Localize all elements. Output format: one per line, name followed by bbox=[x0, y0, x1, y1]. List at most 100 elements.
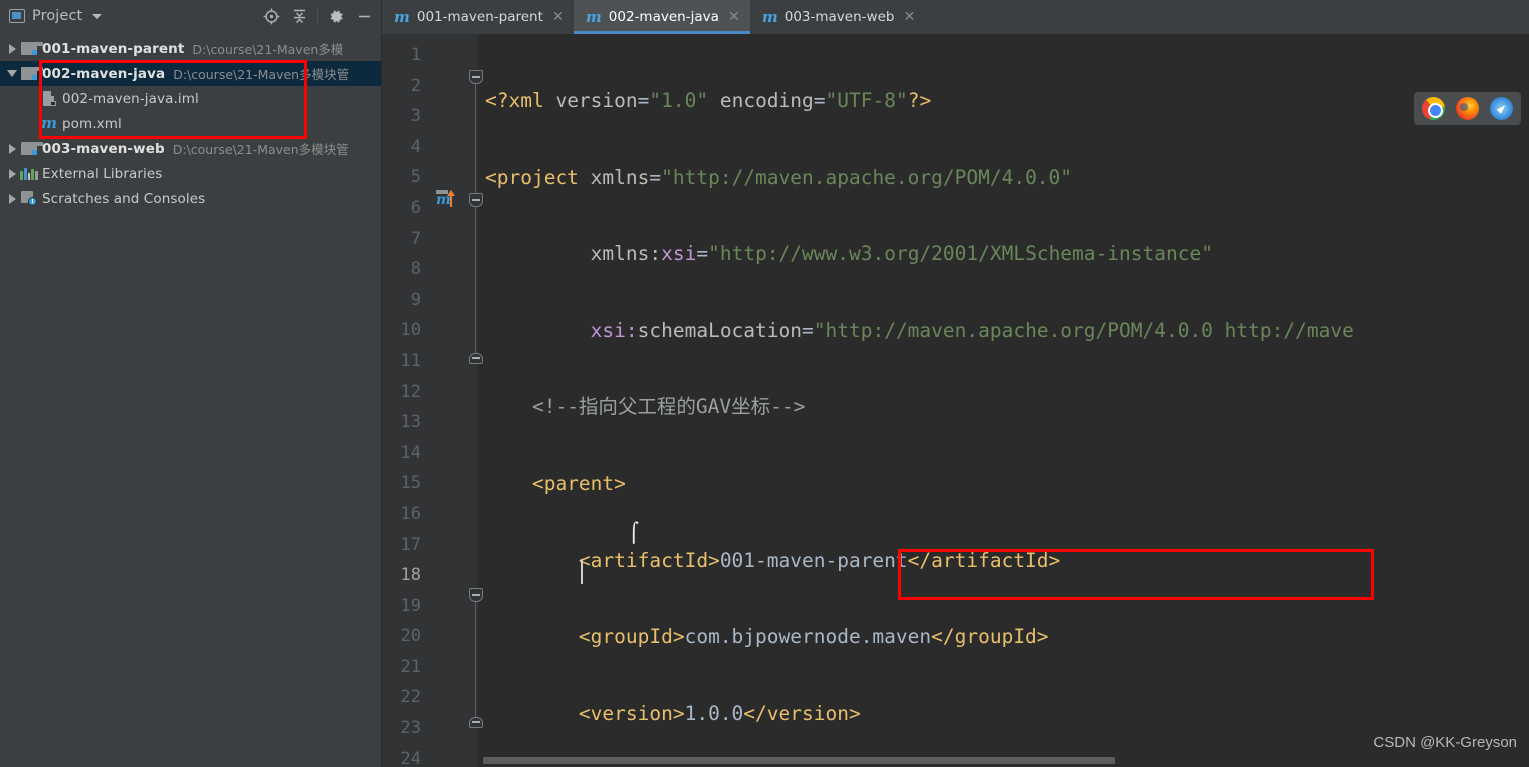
line-number: 23 bbox=[400, 718, 421, 739]
tab-label: 001-maven-parent bbox=[416, 9, 543, 25]
line-number: 8 bbox=[410, 259, 421, 280]
module-folder-icon bbox=[20, 142, 43, 155]
line-number: 5 bbox=[410, 167, 421, 188]
scrollbar-thumb[interactable] bbox=[483, 757, 1115, 764]
toolbar-divider bbox=[317, 7, 318, 25]
code-line-6: <parent> bbox=[531, 471, 626, 495]
close-icon[interactable]: ✕ bbox=[552, 10, 564, 24]
tree-row[interactable]: External Libraries bbox=[0, 161, 381, 186]
tab-001-maven-parent[interactable]: m 001-maven-parent ✕ bbox=[382, 0, 574, 34]
project-tree: 001-maven-parent D:\course\21-Maven多模 00… bbox=[0, 32, 381, 211]
chevron-down-icon[interactable] bbox=[4, 70, 20, 77]
chevron-down-icon[interactable] bbox=[92, 13, 103, 19]
line-number: 24 bbox=[400, 748, 421, 767]
line-number: 2 bbox=[410, 75, 421, 96]
maven-icon: m bbox=[761, 7, 778, 26]
line-number: 11 bbox=[400, 350, 421, 371]
tab-label: 003-maven-web bbox=[784, 9, 895, 25]
code-line-1: <?xml version="1.0" encoding="UTF-8"?> bbox=[485, 89, 932, 112]
chevron-right-icon[interactable] bbox=[4, 193, 20, 204]
tree-item-path: D:\course\21-Maven多模 bbox=[192, 42, 344, 57]
close-icon[interactable]: ✕ bbox=[728, 10, 740, 24]
tab-003-maven-web[interactable]: m 003-maven-web ✕ bbox=[750, 0, 926, 34]
tree-item-label: 001-maven-parent bbox=[42, 40, 185, 57]
line-number: 7 bbox=[410, 228, 421, 249]
fold-region-line bbox=[475, 596, 476, 720]
project-tool-window: Project 001-maven-parent D:\course\21-Ma… bbox=[0, 0, 382, 767]
line-number: 14 bbox=[400, 442, 421, 463]
editor-tab-bar: m 001-maven-parent ✕ m 002-maven-java ✕ … bbox=[382, 0, 1529, 34]
line-number: 13 bbox=[400, 412, 421, 433]
tree-item-label: pom.xml bbox=[62, 115, 122, 132]
text-caret bbox=[581, 559, 583, 584]
line-number: 16 bbox=[400, 503, 421, 524]
libraries-icon bbox=[20, 167, 38, 180]
code-line-8: <groupId>com.bjpowernode.maven</groupId> bbox=[578, 625, 1049, 649]
line-number: 6 bbox=[410, 197, 421, 218]
tree-row[interactable]: Scratches and Consoles bbox=[0, 186, 381, 211]
code-line-4: xsi:schemaLocation="http://maven.apache.… bbox=[590, 318, 1354, 342]
project-panel-toolbar bbox=[258, 0, 377, 32]
gear-icon[interactable] bbox=[323, 3, 349, 29]
mouse-text-cursor: ⌠ bbox=[628, 522, 640, 544]
editor-area: m 001-maven-parent ✕ m 002-maven-java ✕ … bbox=[382, 0, 1529, 767]
locate-icon[interactable] bbox=[258, 3, 284, 29]
line-number: 9 bbox=[410, 289, 421, 310]
chevron-right-icon[interactable] bbox=[4, 143, 20, 154]
line-number: 15 bbox=[400, 473, 421, 494]
firefox-icon[interactable] bbox=[1456, 97, 1479, 120]
browser-preview-popup[interactable] bbox=[1414, 92, 1521, 125]
project-panel-header: Project bbox=[0, 0, 381, 32]
code-line-2: <project xmlns="http://maven.apache.org/… bbox=[485, 165, 1073, 189]
line-number: 20 bbox=[400, 626, 421, 647]
tree-row[interactable]: 003-maven-web D:\course\21-Maven多模块管 bbox=[0, 136, 381, 161]
tree-row[interactable]: 002-maven-java.iml bbox=[0, 86, 381, 111]
ide-window: Project 001-maven-parent D:\course\21-Ma… bbox=[0, 0, 1529, 767]
line-number: 3 bbox=[410, 106, 421, 127]
tab-002-maven-java[interactable]: m 002-maven-java ✕ bbox=[573, 0, 750, 34]
code-line-7: <artifactId>001-maven-parent</artifactId… bbox=[578, 548, 1061, 572]
gutter-markers: m bbox=[428, 34, 483, 767]
maven-icon: m bbox=[585, 7, 602, 26]
module-folder-icon bbox=[20, 42, 43, 55]
module-folder-icon bbox=[20, 67, 43, 80]
tree-item-label: Scratches and Consoles bbox=[42, 190, 206, 207]
code-line-3: xmlns:xsi="http://www.w3.org/2001/XMLSch… bbox=[590, 242, 1213, 266]
project-panel-title[interactable]: Project bbox=[9, 8, 103, 24]
tree-item-label: 002-maven-java bbox=[42, 65, 166, 82]
fold-region-line bbox=[475, 78, 476, 361]
iml-file-icon bbox=[40, 91, 58, 106]
tree-row[interactable]: m pom.xml bbox=[0, 111, 381, 136]
code-content[interactable]: <?xml version="1.0" encoding="UTF-8"?> <… bbox=[478, 34, 1529, 767]
line-number: 21 bbox=[400, 656, 421, 677]
tree-row[interactable]: 001-maven-parent D:\course\21-Maven多模 bbox=[0, 36, 381, 61]
editor-right-strip bbox=[1516, 68, 1529, 754]
code-line-5: <!--指向父工程的GAV坐标--> bbox=[531, 395, 806, 419]
line-number: 4 bbox=[410, 136, 421, 157]
project-panel-label: Project bbox=[32, 8, 83, 24]
editor-body: 1 2 3 4 5 6 7 8 9 10 11 12 13 14 15 16 1 bbox=[382, 34, 1529, 767]
minimize-icon[interactable] bbox=[351, 3, 377, 29]
tree-item-label: 003-maven-web bbox=[42, 140, 165, 157]
line-number: 10 bbox=[400, 320, 421, 341]
tab-label: 002-maven-java bbox=[608, 9, 719, 25]
horizontal-scrollbar[interactable] bbox=[478, 754, 1529, 767]
safari-icon[interactable] bbox=[1490, 97, 1513, 120]
watermark: CSDN @KK-Greyson bbox=[1373, 734, 1517, 751]
line-number-column: 1 2 3 4 5 6 7 8 9 10 11 12 13 14 15 16 1 bbox=[382, 34, 428, 767]
collapse-all-icon[interactable] bbox=[286, 3, 312, 29]
tree-row[interactable]: 002-maven-java D:\course\21-Maven多模块管 bbox=[0, 61, 381, 86]
chevron-right-icon[interactable] bbox=[4, 168, 20, 179]
code-line-9: <version>1.0.0</version> bbox=[578, 701, 861, 725]
chrome-icon[interactable] bbox=[1422, 97, 1445, 120]
maven-icon: m bbox=[394, 7, 410, 26]
maven-pom-icon: m bbox=[41, 114, 57, 132]
chevron-right-icon[interactable] bbox=[4, 43, 20, 54]
line-number: 17 bbox=[400, 534, 421, 555]
tree-item-path: D:\course\21-Maven多模块管 bbox=[172, 142, 349, 157]
line-number: 19 bbox=[400, 595, 421, 616]
line-number-current: 18 bbox=[400, 565, 421, 586]
close-icon[interactable]: ✕ bbox=[903, 10, 916, 24]
maven-parent-navigation-icon[interactable]: m bbox=[436, 189, 462, 211]
editor-gutter[interactable]: 1 2 3 4 5 6 7 8 9 10 11 12 13 14 15 16 1 bbox=[382, 34, 483, 767]
